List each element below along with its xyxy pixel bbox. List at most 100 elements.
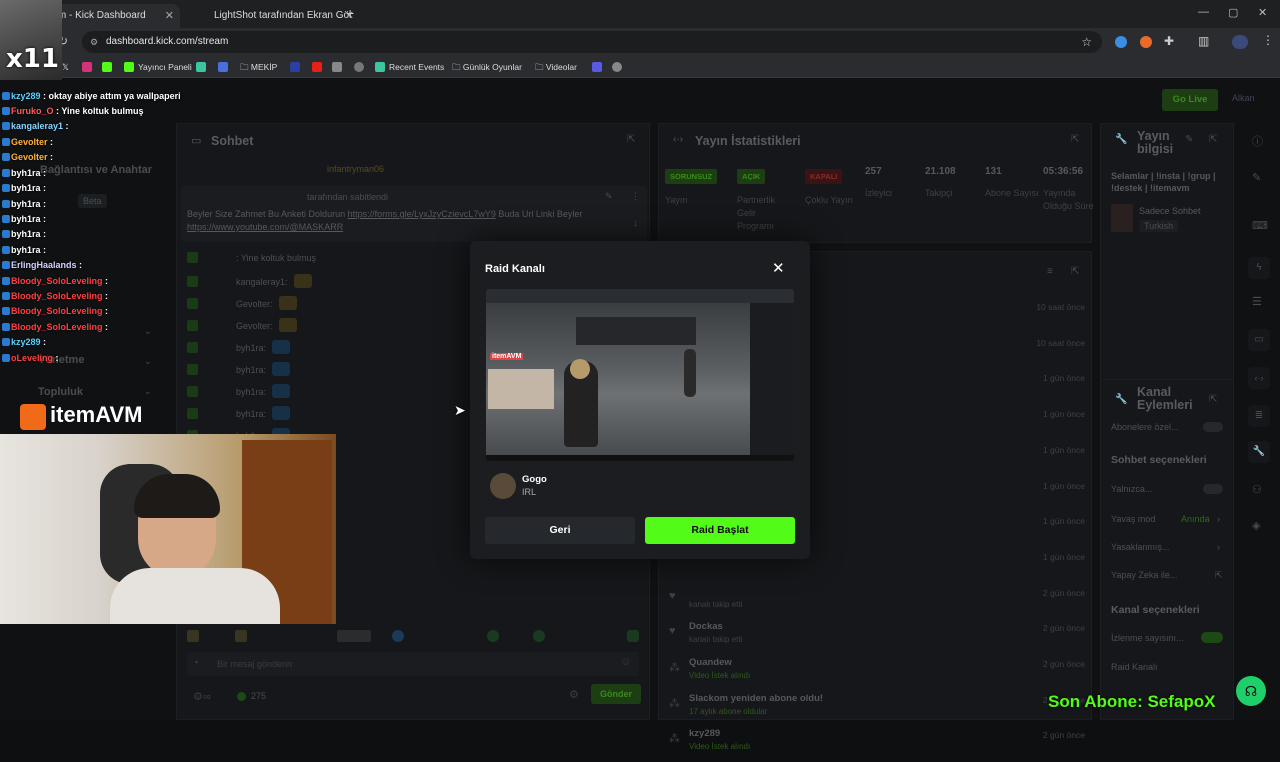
chevron-right-icon[interactable]: › <box>1217 514 1220 524</box>
pencil-icon[interactable]: ✎ <box>1252 171 1261 184</box>
viewer-count-toggle[interactable] <box>1201 632 1223 643</box>
pinned-link[interactable]: https://forms.gle/LyxJzyCzievcL7wY9 <box>348 209 496 219</box>
minimize-icon[interactable]: — <box>1198 6 1209 18</box>
chat-username[interactable]: kangaleray1: <box>236 277 288 287</box>
raid-channel-link[interactable]: Raid Kanalı <box>1111 662 1158 672</box>
bookmark-star-icon[interactable]: ☆ <box>1081 31 1092 53</box>
slow-mode-value[interactable]: Anında <box>1181 514 1210 524</box>
chat-input[interactable]: ▪ Bir mesaj gönderin ☺ <box>187 652 639 676</box>
bookmark-icon[interactable] <box>592 60 606 74</box>
popout-icon[interactable]: ⇱ <box>1071 266 1079 277</box>
bookmark-kick[interactable] <box>102 60 116 74</box>
tag-icon[interactable]: ◈ <box>1252 519 1260 532</box>
sidepanel-icon[interactable]: ▥ <box>1198 34 1209 48</box>
close-tab-icon[interactable]: ✕ <box>165 4 174 28</box>
server-icon[interactable]: ≣ <box>1248 405 1270 427</box>
bookmark-videolar[interactable]: 🗀 Videolar <box>535 60 577 74</box>
subs-only-toggle[interactable] <box>1203 422 1223 432</box>
heart-emote-icon[interactable] <box>392 630 404 642</box>
banned-words-label[interactable]: Yasaklanmış... <box>1111 542 1169 552</box>
back-button[interactable]: Geri <box>485 517 635 544</box>
popout-icon[interactable]: ⇱ <box>1209 394 1217 405</box>
activity-sub: 17 aylık abone oldular <box>689 706 768 716</box>
extensions-puzzle-icon[interactable]: ✚ <box>1164 34 1174 48</box>
emote-icon[interactable] <box>533 630 545 642</box>
emote-icon[interactable] <box>627 630 639 642</box>
external-link-icon[interactable]: ⇱ <box>1215 570 1223 581</box>
emote-icon[interactable] <box>187 630 199 642</box>
bookmark-mekip[interactable]: 🗀 MEKİP <box>240 60 277 74</box>
close-window-icon[interactable]: ✕ <box>1258 6 1267 19</box>
emote-icon[interactable] <box>337 630 371 642</box>
bolt-icon[interactable]: ϟ <box>1248 257 1270 279</box>
emoji-icon[interactable]: ☺ <box>620 656 631 668</box>
bookmark-recent-events[interactable]: Recent Events <box>375 60 444 74</box>
info-icon[interactable]: ⓘ <box>1252 133 1263 149</box>
extension-icon[interactable] <box>1140 36 1152 48</box>
edit-icon[interactable]: ✎ <box>1185 134 1193 145</box>
chevron-down-icon[interactable]: ⌄ <box>144 386 152 397</box>
address-bar[interactable]: ⚙ dashboard.kick.com/stream ☆ <box>82 31 1102 53</box>
bookmark-gunluk-oyunlar[interactable]: 🗀 Günlük Oyunlar <box>452 60 522 74</box>
pin-icon[interactable]: ✎ <box>605 191 613 202</box>
category-name[interactable]: Sadece Sohbet <box>1139 206 1201 216</box>
badge-icon <box>187 364 198 375</box>
popout-icon[interactable]: ⇱ <box>1071 134 1079 145</box>
bookmark-youtube[interactable] <box>312 60 326 74</box>
channel-preview-thumbnail[interactable]: itemAVM <box>486 289 794 461</box>
popout-icon[interactable]: ⇱ <box>627 134 635 145</box>
ai-moderation-label[interactable]: Yapay Zeka ile... <box>1111 570 1177 580</box>
badge-icon <box>2 261 10 269</box>
wrench-icon[interactable]: 🔧 <box>1248 441 1270 463</box>
send-button[interactable]: Gönder <box>591 684 641 704</box>
go-live-button[interactable]: Go Live <box>1162 89 1218 111</box>
new-tab-button[interactable]: + <box>346 5 354 21</box>
chat-settings-icon[interactable]: ⚙ <box>569 688 579 701</box>
maximize-icon[interactable]: ▢ <box>1228 6 1238 19</box>
bookmark-instagram[interactable] <box>82 60 96 74</box>
emote-icon[interactable] <box>487 630 499 642</box>
users-icon[interactable]: ⚇ <box>1252 483 1262 496</box>
emote-icon[interactable] <box>235 630 247 642</box>
only-toggle[interactable] <box>1203 484 1223 494</box>
bookmark-yayinci-paneli[interactable]: Yayıncı Paneli <box>124 60 192 74</box>
filter-icon[interactable]: ≡ <box>1047 266 1053 277</box>
bookmark-icon[interactable] <box>218 60 232 74</box>
bookmark-icon[interactable] <box>332 60 346 74</box>
settings-icon[interactable]: ⚙∞ <box>193 690 211 703</box>
extension-icon[interactable] <box>1115 36 1127 48</box>
bookmark-icon[interactable] <box>354 60 368 74</box>
chat-username[interactable]: Gevolter: <box>236 299 273 309</box>
chat-username[interactable]: byh1ra: <box>236 409 266 419</box>
pinned-link[interactable]: https://www.youtube.com/@MASKARR <box>187 222 343 232</box>
sidebar-item-topluluk[interactable]: Topluluk <box>38 386 83 398</box>
tab-lightshot[interactable]: LightShot tarafından Ekran Gör ✕ <box>184 4 360 28</box>
chat-bubble-icon[interactable]: ▭ <box>1248 329 1270 351</box>
bookmark-x[interactable]: 𝕏 <box>62 60 69 74</box>
chevron-down-icon[interactable]: ↓ <box>633 218 638 229</box>
popout-icon[interactable]: ⇱ <box>1209 134 1217 145</box>
list-icon[interactable]: ☰ <box>1252 295 1262 308</box>
chevron-down-icon[interactable]: ⌄ <box>144 326 152 337</box>
chat-username[interactable]: byh1ra: <box>236 343 266 353</box>
keyboard-icon[interactable]: ⌨ <box>1252 219 1268 232</box>
close-icon[interactable]: ✕ <box>772 259 785 277</box>
sidebar-item-stream-key[interactable]: Bağlantısı ve Anahtar <box>40 164 152 176</box>
chat-username[interactable]: byh1ra: <box>236 387 266 397</box>
chevron-right-icon[interactable]: › <box>1217 542 1220 552</box>
bookmark-icon[interactable] <box>612 60 626 74</box>
pinned-menu-icon[interactable]: ⋮ <box>631 191 640 202</box>
start-raid-button[interactable]: Raid Başlat <box>645 517 795 544</box>
site-info-icon[interactable]: ⚙ <box>90 31 98 53</box>
bookmark-icon[interactable] <box>196 60 210 74</box>
slow-mode-label[interactable]: Yavaş mod <box>1111 514 1155 524</box>
chevron-down-icon[interactable]: ⌄ <box>144 356 152 367</box>
chat-username[interactable]: Gevolter: <box>236 321 273 331</box>
chat-username[interactable]: byh1ra: <box>236 365 266 375</box>
menu-kebab-icon[interactable]: ⋮ <box>1262 33 1274 47</box>
profile-avatar[interactable] <box>1232 35 1248 49</box>
headset-support-icon[interactable]: ☊ <box>1236 676 1266 706</box>
code-icon[interactable]: ‹·› <box>1248 367 1270 389</box>
bookmark-icon[interactable] <box>290 60 304 74</box>
profile-avatar[interactable]: Alkan <box>1232 93 1255 103</box>
